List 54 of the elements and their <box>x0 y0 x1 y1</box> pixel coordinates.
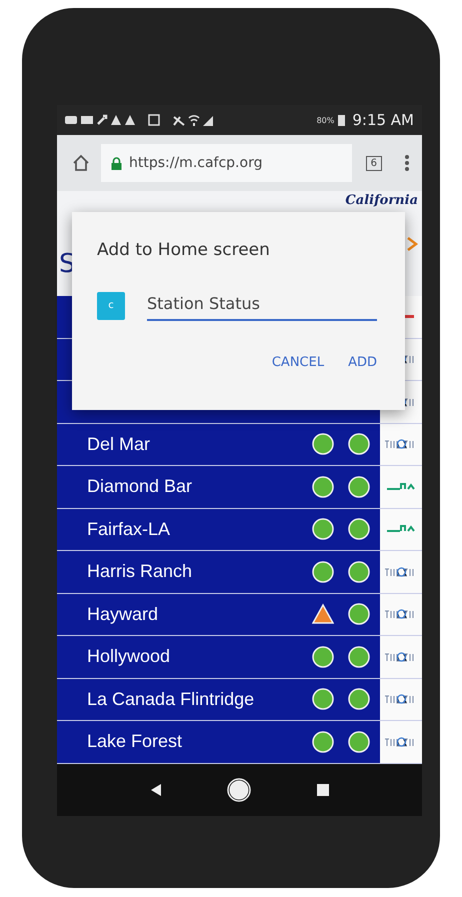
status-circle-icon <box>348 433 370 456</box>
station-row[interactable]: Harris Ranch <box>57 551 380 592</box>
signal-icons-drawing <box>173 114 215 126</box>
station-name: Harris Ranch <box>87 561 194 582</box>
status-circle-icon <box>312 688 334 710</box>
battery-icon <box>338 114 346 126</box>
home-icon[interactable] <box>71 153 91 173</box>
dialog-button[interactable]: CANCEL <box>272 351 324 374</box>
station-row[interactable]: Hayward <box>57 594 380 635</box>
status-circle-icon <box>312 433 334 456</box>
dialog-button[interactable]: ADD <box>348 351 377 374</box>
clock: 9:15 AM <box>352 111 414 129</box>
warning-triangle-icon <box>312 603 334 626</box>
tab-count-button[interactable]: 6 <box>366 156 382 170</box>
station-row[interactable]: Diamond Bar <box>57 466 380 508</box>
status-circle-icon <box>348 730 370 753</box>
lock-icon <box>111 156 122 170</box>
station-name: Hayward <box>87 604 160 625</box>
status-circle-icon <box>312 476 334 498</box>
status-circle-icon <box>348 518 370 540</box>
station-row[interactable]: Lake Forest <box>57 721 380 762</box>
station-row[interactable]: La Canada Flintridge <box>57 678 380 720</box>
status-circle-icon <box>348 646 370 668</box>
address-bar[interactable]: https://m.cafcp.org <box>101 144 352 182</box>
status-circle-icon <box>348 688 370 710</box>
home-button-icon[interactable] <box>227 778 252 802</box>
dialog-title: Add to Home screen <box>97 240 271 260</box>
station-name: Diamond Bar <box>87 476 194 498</box>
station-row[interactable]: Del Mar <box>57 424 380 465</box>
chevron-right-icon[interactable] <box>406 236 418 252</box>
shortcut-name-field[interactable]: Station Status <box>147 290 377 321</box>
url-text: https://m.cafcp.org <box>129 155 262 171</box>
station-row[interactable]: Fairfax-LA <box>57 508 380 550</box>
provider-logo-icon <box>386 482 416 492</box>
back-icon[interactable] <box>150 782 162 796</box>
station-name: Lake Forest <box>87 731 184 752</box>
status-circle-icon <box>312 560 334 583</box>
status-circle-icon <box>312 730 334 753</box>
station-name: La Canada Flintridge <box>87 688 256 710</box>
status-circle-icon <box>348 560 370 583</box>
station-name: Fairfax-LA <box>87 518 172 540</box>
status-circle-icon <box>312 518 334 540</box>
station-name: Hollywood <box>87 646 172 668</box>
brand-logo-text: California <box>345 193 418 208</box>
station-name: Del Mar <box>87 434 152 455</box>
status-circle-icon <box>348 476 370 498</box>
provider-logo-icon <box>386 524 416 534</box>
status-circle-icon <box>348 603 370 626</box>
status-circle-icon <box>312 646 334 668</box>
menu-icon[interactable] <box>404 154 410 172</box>
app-icon: c <box>97 292 125 320</box>
station-row[interactable]: Hollywood <box>57 636 380 678</box>
recents-icon[interactable] <box>317 784 330 796</box>
battery-percentage: 80% <box>316 116 334 124</box>
